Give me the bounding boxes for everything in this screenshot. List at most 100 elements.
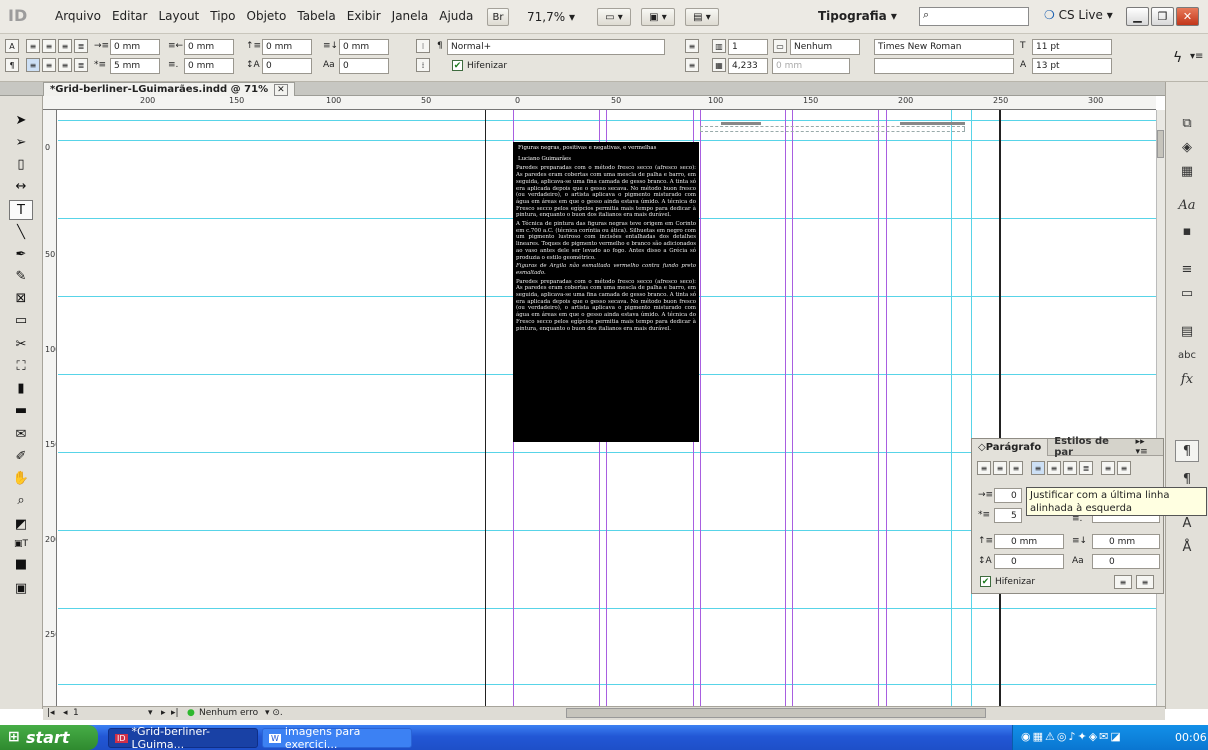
space-after-field[interactable]: 0 mm (1092, 534, 1160, 549)
bullet-list-icon[interactable]: ⁝ (416, 39, 430, 53)
rectangle-frame-tool-icon[interactable]: ⊠ (9, 288, 33, 308)
last-page-icon[interactable]: ▸| (171, 708, 179, 718)
gradient-swatch-tool-icon[interactable]: ▮ (9, 378, 33, 398)
menu-objeto[interactable]: Objeto (247, 9, 287, 23)
taskbar-item-indesign[interactable]: ID *Grid-berliner-LGuima... (108, 725, 258, 750)
horizontal-scroll-thumb[interactable] (566, 708, 986, 718)
apply-color-icon[interactable]: ■ (9, 554, 33, 574)
left-indent-field[interactable]: 0 (994, 488, 1022, 503)
empty-frame[interactable] (700, 126, 965, 132)
column-gutter-field[interactable]: 0 mm (772, 58, 850, 74)
right-indent-field[interactable]: 0 mm (184, 39, 234, 55)
text-frame[interactable]: Figuras negras, positivas e negativas, e… (513, 142, 699, 442)
character-controls-icon[interactable]: A (5, 39, 19, 53)
direct-selection-tool-icon[interactable]: ➢ (9, 132, 33, 152)
font-size-field[interactable]: 11 pt (1032, 39, 1112, 55)
justify-all-icon[interactable]: ≣ (1079, 461, 1093, 475)
vertical-scrollbar[interactable] (1156, 110, 1165, 706)
align-away-spine-icon[interactable]: ≡ (1117, 461, 1131, 475)
menu-tabela[interactable]: Tabela (297, 9, 335, 23)
hyphenate-option[interactable]: ✔ Hifenizar (452, 60, 507, 71)
menu-janela[interactable]: Janela (392, 9, 429, 23)
view-options-button[interactable]: ▭ ▾ (597, 8, 631, 26)
quick-apply-icon[interactable]: ϟ (1173, 50, 1182, 66)
justify-all-icon[interactable]: ≣ (74, 58, 88, 72)
last-line-indent-field[interactable]: 0 mm (184, 58, 234, 74)
document-tab[interactable]: *Grid-berliner-LGuimarães.indd @ 71% ✕ (43, 82, 295, 96)
tab-paragraph[interactable]: ◇ Parágrafo (972, 438, 1049, 456)
swatches-panel-icon[interactable]: ▪ (1175, 220, 1199, 242)
glyphs-panel-icon[interactable]: Å (1175, 536, 1199, 558)
justify-right-icon[interactable]: ≡ (1063, 461, 1077, 475)
justify-right-icon[interactable]: ≡ (58, 58, 72, 72)
menu-editar[interactable]: Editar (112, 9, 148, 23)
pages-panel-icon[interactable]: ⧉ (1175, 112, 1199, 134)
horizontal-ruler[interactable]: 200 150 100 50 0 50 100 150 200 250 300 (43, 96, 1156, 110)
space-after-field[interactable]: 0 mm (339, 39, 389, 55)
menu-layout[interactable]: Layout (158, 9, 199, 23)
page-tool-icon[interactable]: ▯ (9, 154, 33, 174)
numbered-list-icon[interactable]: ⁞ (416, 58, 430, 72)
preflight-status[interactable]: Nenhum erro (199, 708, 258, 718)
hyphenate-checkbox[interactable]: ✔ (980, 576, 991, 587)
search-input[interactable]: ⌕ (919, 7, 1029, 26)
type-tool-icon[interactable]: T (9, 200, 33, 220)
font-family-select[interactable]: Times New Roman (874, 39, 1014, 55)
paragraph-controls-icon[interactable]: ¶ (5, 58, 19, 72)
gap-tool-icon[interactable]: ↔ (9, 176, 33, 196)
menu-tipo[interactable]: Tipo (210, 9, 235, 23)
character-styles-icon[interactable]: Aa (1175, 194, 1199, 216)
do-not-align-grid-icon[interactable]: ≡ (685, 58, 699, 72)
menu-exibir[interactable]: Exibir (347, 9, 381, 23)
justify-left-icon[interactable]: ≡ (1031, 461, 1045, 475)
bridge-button[interactable]: Br (487, 8, 509, 26)
eyedropper-tool-icon[interactable]: ✐ (9, 446, 33, 466)
cs-live-button[interactable]: ❍ CS Live ▾ (1044, 8, 1113, 22)
space-before-field[interactable]: 0 mm (994, 534, 1064, 549)
hyphenate-option[interactable]: ✔ Hifenizar (980, 576, 1035, 587)
align-left-icon[interactable]: ≡ (977, 461, 991, 475)
page-number-field[interactable]: 1 (73, 708, 79, 718)
stroke-panel-icon[interactable]: ≡ (1175, 258, 1199, 280)
close-button[interactable]: ✕ (1176, 7, 1199, 26)
align-towards-spine-icon[interactable]: ≡ (1101, 461, 1115, 475)
vertical-ruler[interactable]: 0 50 100 150 200 250 (43, 110, 57, 706)
workspace-switcher[interactable]: Tipografia ▾ (818, 9, 897, 23)
close-tab-icon[interactable]: ✕ (274, 83, 288, 96)
document-canvas[interactable]: Figuras negras, positivas e negativas, e… (58, 110, 1156, 706)
page-dropdown-icon[interactable]: ▾ (148, 708, 153, 718)
panel-menu-icon[interactable]: ▸▸ ▾≡ (1136, 437, 1163, 457)
gradient-panel-icon[interactable]: ▭ (1175, 282, 1199, 304)
tray-icons[interactable]: ◉▦⚠◎♪✦◈✉◪ (1021, 730, 1123, 743)
zoom-level[interactable]: 71,7% ▾ (527, 10, 575, 24)
align-center-icon[interactable]: ≡ (993, 461, 1007, 475)
gradient-feather-tool-icon[interactable]: ▬ (9, 400, 33, 420)
justify-left-icon[interactable]: ≡ (26, 58, 40, 72)
align-towards-spine-icon[interactable]: ≣ (74, 39, 88, 53)
prev-page-icon[interactable]: ◂ (63, 708, 68, 718)
paragraph-panel-icon[interactable]: ¶ (1175, 440, 1199, 462)
drop-cap-lines-field[interactable]: 0 (994, 554, 1064, 569)
spelling-icon[interactable]: abc (1175, 344, 1199, 366)
clock[interactable]: 00:06 (1175, 731, 1207, 744)
first-line-indent-field[interactable]: 5 mm (110, 58, 160, 74)
panel-menu-icon[interactable]: ▾≡ (1190, 51, 1203, 62)
hand-tool-icon[interactable]: ✋ (9, 468, 33, 488)
indesign-app-icon[interactable]: ID (8, 6, 27, 25)
line-tool-icon[interactable]: ╲ (9, 222, 33, 242)
span-columns-select[interactable]: Nenhum (790, 39, 860, 55)
align-baseline-grid-icon[interactable]: ≡ (685, 39, 699, 53)
align-right-icon[interactable]: ≡ (1009, 461, 1023, 475)
note-tool-icon[interactable]: ✉ (9, 424, 33, 444)
font-style-select[interactable] (874, 58, 1014, 74)
first-line-indent-field[interactable]: 5 (994, 508, 1022, 523)
free-transform-tool-icon[interactable]: ⛶ (9, 356, 33, 376)
pen-tool-icon[interactable]: ✒ (9, 244, 33, 264)
align-baseline-grid-icon[interactable]: ≡ (1114, 575, 1132, 589)
drop-cap-chars-field[interactable]: 0 (1092, 554, 1160, 569)
menu-ajuda[interactable]: Ajuda (439, 9, 473, 23)
selection-tool-icon[interactable]: ➤ (9, 110, 33, 130)
formatting-affects-icon[interactable]: ▣T (9, 534, 33, 554)
space-before-field[interactable]: 0 mm (262, 39, 312, 55)
drop-cap-lines-field[interactable]: 0 (262, 58, 312, 74)
